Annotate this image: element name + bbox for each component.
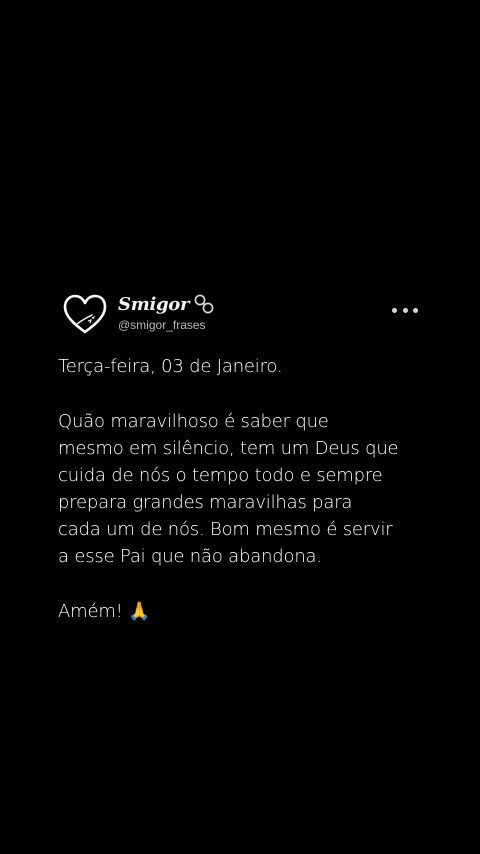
more-horizontal-icon: [392, 307, 397, 313]
post-card: Smigor @smigor_frases Terça-feira, 03 de…: [58, 292, 428, 625]
user-handle[interactable]: @smigor_frases: [118, 318, 206, 332]
post-closing: Amém! 🙏: [58, 601, 151, 622]
post-message: Quão maravilhoso é saber que mesmo em si…: [58, 408, 428, 570]
more-horizontal-icon: [402, 307, 408, 313]
more-options-button[interactable]: [392, 304, 418, 316]
message-line: Quão maravilhoso é saber que: [58, 411, 329, 432]
message-line: cuida de nós o tempo todo e sempre: [58, 465, 383, 486]
display-name-row: Smigor: [118, 293, 215, 315]
heart-icon[interactable]: [62, 294, 108, 336]
post-date-line: Terça-feira, 03 de Janeiro.: [58, 356, 283, 377]
message-line: prepara grandes maravilhas para: [58, 492, 353, 513]
message-line: cada um de nós. Bom mesmo é servir: [58, 519, 393, 540]
message-line: mesmo em silêncio, tem um Deus que: [58, 438, 399, 459]
post-header: Smigor @smigor_frases: [58, 292, 428, 340]
display-name[interactable]: Smigor: [118, 294, 189, 315]
screen: { "profile": { "display_name": "Smigor",…: [0, 0, 480, 854]
post-body: Terça-feira, 03 de Janeiro. Quão maravil…: [58, 353, 428, 625]
linked-rings-icon: [194, 294, 214, 314]
message-line: a esse Pai que não abandona.: [58, 546, 322, 567]
more-horizontal-icon: [413, 307, 418, 313]
